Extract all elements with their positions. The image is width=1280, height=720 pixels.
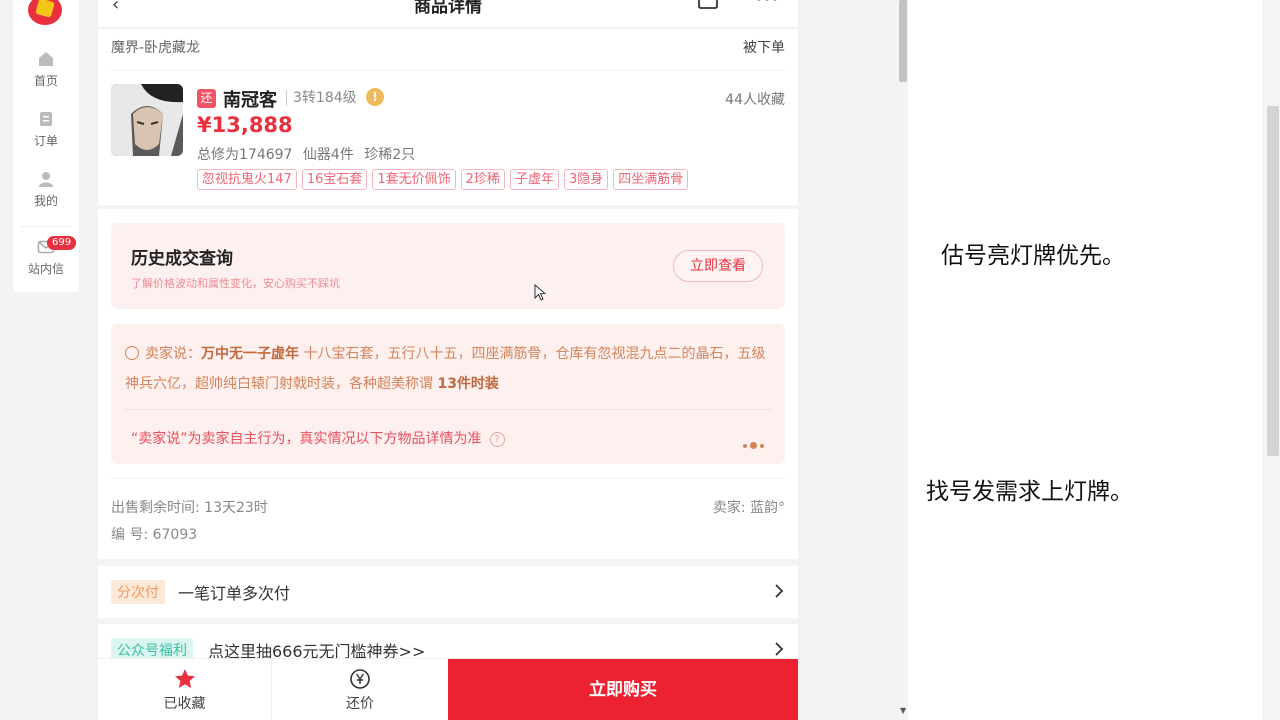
rail-messages-label: 站内信 [27, 262, 64, 276]
order-icon [40, 112, 52, 126]
stat-artifacts: 仙器4件 [302, 147, 354, 163]
disclaimer-text: “卖家说”为卖家自主行为，真实情况以下方物品详情为准 [131, 431, 482, 447]
left-rail: 首页 订单 我的 699 站内信 [13, 0, 79, 292]
attribute-tag: 子虚年 [509, 169, 559, 190]
app-logo-icon[interactable] [25, 0, 65, 28]
favorite-label: 已收藏 [163, 696, 206, 712]
help-icon[interactable]: ? [489, 432, 505, 447]
stat-cultivation: 总修为174697 [197, 147, 293, 163]
scrollbar-thumb[interactable] [1267, 106, 1279, 456]
scrollbar-thumb[interactable] [899, 0, 907, 82]
price: ¥13,888 [197, 113, 293, 137]
share-icon[interactable] [696, 0, 720, 10]
top-bar: ‹ 商品详情 [98, 0, 798, 28]
history-subtitle: 了解价格波动和属性变化，安心购买不踩坑 [131, 277, 340, 290]
divider [111, 70, 785, 71]
remaining-time: 出售剩余时间: 13天23时 [111, 500, 268, 516]
seller-says-highlight-2: 13件时装 [437, 376, 499, 392]
more-icon[interactable] [754, 0, 780, 8]
serial-number: 编 号: 67093 [111, 527, 198, 543]
divider [111, 478, 785, 479]
rail-orders-label: 订单 [33, 134, 58, 148]
chat-icon [125, 346, 139, 360]
unread-badge: 699 [47, 236, 77, 250]
seller-says-prefix: 卖家说： [145, 346, 201, 362]
product-detail-panel: ‹ 商品详情 魔界-卧虎藏龙 被下单 还 南冠客 3转184级 ! 44人收藏 … [98, 0, 798, 720]
scroll-down-icon[interactable]: ▼ [900, 706, 906, 715]
bargain-label: 还价 [346, 696, 374, 712]
role-name: 南冠客 [223, 90, 277, 111]
user-icon [39, 172, 53, 187]
attribute-tag: 3隐身 [563, 169, 609, 190]
note-line-2: 找号发需求上灯牌。 [926, 479, 1133, 505]
page-title: 商品详情 [414, 0, 482, 17]
favorite-count: 44人收藏 [725, 92, 785, 108]
rail-divider [21, 226, 71, 227]
carousel-dots[interactable] [743, 435, 771, 449]
rail-item-mine[interactable]: 我的 [13, 170, 79, 209]
buy-now-button[interactable]: 立即购买 [448, 659, 798, 720]
star-icon [174, 669, 195, 688]
installment-tag: 分次付 [111, 580, 165, 604]
product-summary-card: 魔界-卧虎藏龙 被下单 还 南冠客 3转184级 ! 44人收藏 ¥13,888… [98, 29, 798, 205]
seller-says-box: 卖家说：万中无一子虚年 十八宝石套，五行八十五，四座满筋骨，仓库有忽视混九点二的… [111, 324, 785, 464]
chevron-right-icon [775, 642, 784, 656]
character-avatar[interactable] [111, 84, 183, 156]
order-status: 被下单 [743, 40, 785, 56]
notes-scrollbar[interactable] [1262, 0, 1280, 720]
panel-scrollbar[interactable]: ▼ [898, 0, 908, 720]
info-icon[interactable]: ! [366, 88, 384, 106]
chevron-right-icon [775, 584, 784, 598]
seller-says-highlight: 万中无一子虚年 [201, 346, 299, 362]
history-title: 历史成交查询 [131, 249, 233, 269]
installment-text: 一笔订单多次付 [178, 584, 291, 603]
bottom-action-bar: 已收藏 还价 立即购买 [98, 658, 798, 720]
detail-card: 历史成交查询 了解价格波动和属性变化，安心购买不踩坑 立即查看 卖家说：万中无一… [98, 209, 798, 559]
return-tag: 还 [197, 89, 216, 108]
server-name: 魔界-卧虎藏龙 [111, 40, 201, 56]
bargain-button[interactable]: 还价 [272, 659, 448, 720]
favorite-button[interactable]: 已收藏 [98, 659, 272, 720]
installment-row[interactable]: 分次付 一笔订单多次付 [98, 566, 798, 618]
seller-name: 卖家: 蓝韵° [712, 500, 785, 516]
mouse-cursor-icon [534, 284, 546, 301]
notes-area: 估号亮灯牌优先。 找号发需求上灯牌。 [908, 0, 1280, 720]
rail-item-home[interactable]: 首页 [13, 50, 79, 89]
rail-mine-label: 我的 [33, 194, 58, 208]
view-history-button[interactable]: 立即查看 [673, 250, 763, 282]
seller-says-text: 卖家说：万中无一子虚年 十八宝石套，五行八十五，四座满筋骨，仓库有忽视混九点二的… [125, 339, 775, 399]
note-line-1: 估号亮灯牌优先。 [941, 243, 1125, 269]
role-level: 3转184级 [286, 90, 357, 106]
attribute-tag: 四坐满筋骨 [613, 169, 689, 190]
seller-disclaimer: “卖家说”为卖家自主行为，真实情况以下方物品详情为准? [131, 428, 505, 448]
attribute-tags: 忽视抗鬼火147 16宝石套 1套无价佩饰 2珍稀 子虚年 3隐身 四坐满筋骨 [197, 168, 693, 190]
rail-home-label: 首页 [33, 74, 58, 88]
attribute-tag: 1套无价佩饰 [372, 169, 456, 190]
attribute-tag: 忽视抗鬼火147 [197, 169, 297, 190]
stat-rare-pets: 珍稀2只 [364, 147, 416, 163]
divider [125, 409, 771, 410]
attribute-tag: 2珍稀 [460, 169, 505, 190]
attribute-tag: 16宝石套 [301, 169, 368, 190]
role-stats: 总修为174697 仙器4件 珍稀2只 [197, 144, 421, 164]
rail-item-orders[interactable]: 订单 [13, 110, 79, 149]
home-icon [39, 52, 53, 66]
rail-item-messages[interactable]: 699 站内信 [13, 236, 79, 277]
history-query-banner[interactable]: 历史成交查询 了解价格波动和属性变化，安心购买不踩坑 立即查看 [111, 223, 785, 309]
yen-coin-icon [350, 669, 370, 689]
